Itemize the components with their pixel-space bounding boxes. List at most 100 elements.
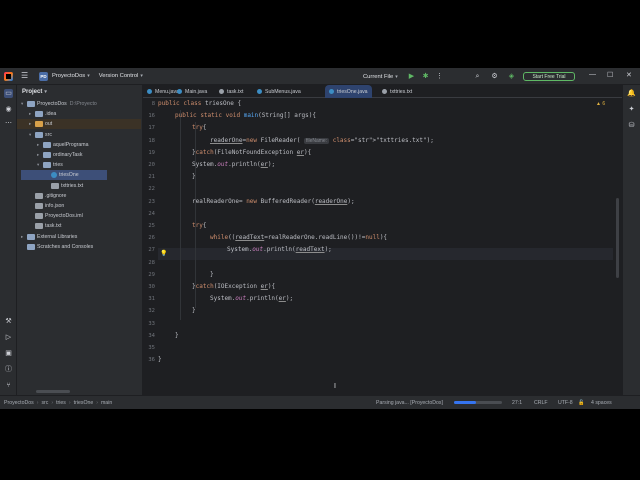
tab-txttries-txt[interactable]: txttries.txt xyxy=(382,85,412,98)
services-tool-icon[interactable]: ▷ xyxy=(4,333,13,342)
close-icon[interactable]: ✕ xyxy=(626,71,632,79)
tree-item[interactable]: task.txt xyxy=(17,221,141,231)
git-tool-icon[interactable]: ⑂ xyxy=(4,381,13,390)
tab-triesone-java[interactable]: triesOne.java xyxy=(325,85,372,98)
project-badge[interactable]: PD xyxy=(39,71,48,81)
code-line[interactable]: readerOne=new FileReader( fileName: clas… xyxy=(210,135,434,147)
more-actions-icon[interactable]: ⋮ xyxy=(435,72,444,81)
breadcrumb-item[interactable]: ProyectoDos xyxy=(4,400,34,406)
run-config-selector[interactable]: Current File ▾ xyxy=(363,68,398,85)
tree-item[interactable]: .gitignore xyxy=(17,191,141,201)
commit-tool-icon[interactable]: ◉ xyxy=(4,105,13,114)
code-editor[interactable]: 8 16 17 18 19 20 21 22 23 24 25 26 27 28 29 30 31 32 33 34 3… xyxy=(143,98,622,395)
tree-item[interactable]: ▸ .idea xyxy=(17,109,141,119)
chevron-down-icon[interactable]: ▾ xyxy=(87,73,90,79)
maximize-icon[interactable]: ☐ xyxy=(607,71,613,79)
file-icon xyxy=(35,203,43,209)
breadcrumb-item[interactable]: tries xyxy=(56,400,66,406)
tree-item[interactable]: ProyectoDos.iml xyxy=(17,211,141,221)
code-line[interactable]: } xyxy=(210,269,214,281)
code-area[interactable]: public class triesOne {public static voi… xyxy=(158,98,613,395)
code-line[interactable]: } xyxy=(158,354,162,366)
code-line[interactable]: public class triesOne { xyxy=(158,98,241,110)
chevron-down-icon[interactable]: ▾ xyxy=(44,89,47,95)
tree-item[interactable]: txttries.txt xyxy=(17,181,141,191)
code-line[interactable]: try{ xyxy=(192,220,206,232)
java-file-icon xyxy=(177,89,182,94)
project-panel-header[interactable]: Project ▾ xyxy=(17,85,142,99)
run-icon[interactable]: ▶ xyxy=(407,72,416,81)
breadcrumb-item[interactable]: main xyxy=(101,400,112,406)
folder-icon xyxy=(27,101,35,107)
database-icon[interactable]: ⛁ xyxy=(627,121,636,130)
code-line[interactable]: try{ xyxy=(192,122,206,134)
minimize-icon[interactable]: — xyxy=(589,71,596,78)
tab-main-java[interactable]: Main.java xyxy=(177,85,207,98)
file-encoding[interactable]: UTF-8 xyxy=(558,400,573,406)
chevron-down-icon[interactable]: ▾ xyxy=(140,73,143,79)
structure-tool-icon[interactable]: ⋯ xyxy=(4,119,13,128)
tree-item[interactable]: ▸ out xyxy=(17,119,141,130)
code-line[interactable]: public static void main(String[] args){ xyxy=(175,110,316,122)
project-tool-icon[interactable]: ▭ xyxy=(4,89,13,98)
vertical-scrollbar[interactable] xyxy=(616,198,619,278)
ai-chat-icon[interactable]: ✦ xyxy=(627,105,636,114)
tree-item-label: ordinaryTask xyxy=(53,152,83,158)
lightbulb-icon[interactable]: 💡 xyxy=(160,250,167,257)
tree-item[interactable]: Scratches and Consoles xyxy=(17,242,141,252)
horizontal-scrollbar[interactable] xyxy=(36,390,70,393)
ai-assistant-icon[interactable]: ◈ xyxy=(507,72,516,81)
tree-item[interactable]: triesOne xyxy=(21,170,107,181)
line-number: 16 xyxy=(148,113,155,120)
breadcrumb-item[interactable]: src xyxy=(41,400,48,406)
line-number: 36 xyxy=(148,357,155,364)
search-icon[interactable]: ⌕ xyxy=(473,72,482,81)
code-line[interactable]: } xyxy=(175,330,179,342)
folder-icon xyxy=(35,121,43,128)
code-line[interactable]: System.out.println(er); xyxy=(210,293,293,305)
problems-tool-icon[interactable]: ⓘ xyxy=(4,365,13,374)
caret-position[interactable]: 27:1 xyxy=(512,400,522,406)
tree-item[interactable]: ▾ src xyxy=(17,130,141,140)
tree-item[interactable]: ▸ ordinaryTask xyxy=(17,150,141,160)
tab-menu-java[interactable]: Menu.java xyxy=(147,85,179,98)
tree-item[interactable]: ▸ aquelPrograma xyxy=(17,140,141,150)
warnings-indicator[interactable]: ▲ 6 xyxy=(596,101,605,107)
tree-item[interactable]: info.json xyxy=(17,201,141,211)
project-switcher[interactable]: ProyectoDos xyxy=(52,73,85,79)
start-free-trial-button[interactable]: Start Free Trial xyxy=(523,72,575,81)
tab-label: SubMenus.java xyxy=(265,88,301,95)
folder-icon xyxy=(43,141,51,148)
debug-icon[interactable]: ✱ xyxy=(421,72,430,81)
terminal-tool-icon[interactable]: ▣ xyxy=(4,349,13,358)
build-tool-icon[interactable]: ⚒ xyxy=(4,317,13,326)
background-task-label[interactable]: Parsing java... [ProyectoDos] xyxy=(376,400,443,406)
line-number: 21 xyxy=(148,174,155,181)
line-number: 22 xyxy=(148,186,155,193)
project-panel: Project ▾ ▾ ProyectoDos D:\Proyecto ▸ .idea ▸… xyxy=(17,85,143,395)
code-line[interactable]: }catch(IOException er){ xyxy=(192,281,275,293)
tree-item[interactable]: ▾ tries xyxy=(17,160,141,170)
code-line[interactable]: while((readText=realReaderOne.readLine()… xyxy=(210,232,387,244)
tree-item-label: out xyxy=(45,121,53,128)
code-line[interactable]: System.out.println(readText); xyxy=(227,244,332,256)
version-control-menu[interactable]: Version Control xyxy=(99,73,139,79)
code-line[interactable]: } xyxy=(192,305,196,317)
tab-submenus-java[interactable]: SubMenus.java xyxy=(257,85,301,98)
line-number: 25 xyxy=(148,223,155,229)
tree-item-label: txttries.txt xyxy=(61,182,84,189)
line-separator[interactable]: CRLF xyxy=(534,400,548,406)
code-line[interactable]: realReaderOne= new BufferedReader(reader… xyxy=(192,196,355,208)
settings-icon[interactable]: ⚙ xyxy=(490,72,499,81)
breadcrumb-item[interactable]: triesOne xyxy=(74,400,94,406)
notifications-icon[interactable]: 🔔 xyxy=(627,89,636,98)
main-menu-icon[interactable]: ☰ xyxy=(21,72,29,80)
code-line[interactable]: }catch(FileNotFoundException er){ xyxy=(192,147,311,159)
code-line[interactable]: } xyxy=(192,171,196,183)
tab-task-txt[interactable]: task.txt xyxy=(219,85,243,98)
code-line[interactable]: System.out.println(er); xyxy=(192,159,275,171)
lock-icon[interactable]: 🔓 xyxy=(578,400,584,406)
indent-setting[interactable]: 4 spaces xyxy=(591,400,612,406)
tree-item[interactable]: ▾ ProyectoDos D:\Proyecto xyxy=(17,99,141,109)
tree-item[interactable]: ▸ External Libraries xyxy=(17,232,141,242)
